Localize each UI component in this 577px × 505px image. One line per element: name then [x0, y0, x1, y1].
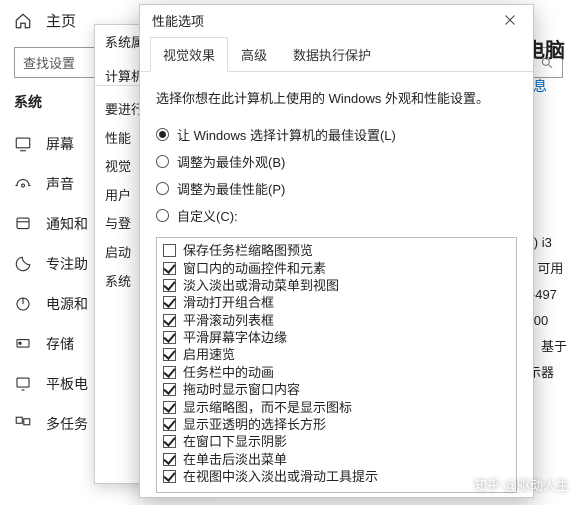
radio-dot-icon — [156, 182, 169, 195]
checkbox-label: 显示缩略图，而不是显示图标 — [183, 401, 352, 414]
radio-dot-icon — [156, 128, 169, 141]
checkbox-item[interactable]: 在单击后淡出菜单 — [163, 451, 510, 468]
radio-option[interactable]: 让 Windows 选择计算机的最佳设置(L) — [156, 125, 517, 144]
nav-icon — [14, 135, 32, 153]
tab-bar: 视觉效果高级数据执行保护 — [140, 37, 533, 72]
checkbox-icon — [163, 366, 176, 379]
checkbox-label: 滑动打开组合框 — [183, 296, 274, 309]
checkbox-label: 保存任务栏缩略图预览 — [183, 244, 313, 257]
radio-label: 调整为最佳性能(P) — [177, 179, 285, 198]
nav-icon — [14, 255, 32, 273]
nav-icon — [14, 335, 32, 353]
checkbox-item[interactable]: 任务栏中的动画 — [163, 364, 510, 381]
checkbox-label: 拖动时显示窗口内容 — [183, 383, 300, 396]
nav-icon — [14, 215, 32, 233]
performance-options-dialog: 性能选项 视觉效果高级数据执行保护 选择你想在此计算机上使用的 Windows … — [139, 4, 534, 498]
radio-dot-icon — [156, 209, 169, 222]
checkbox-label: 淡入淡出或滑动菜单到视图 — [183, 279, 339, 292]
checkbox-list[interactable]: 保存任务栏缩略图预览窗口内的动画控件和元素淡入淡出或滑动菜单到视图滑动打开组合框… — [156, 237, 517, 493]
description: 选择你想在此计算机上使用的 Windows 外观和性能设置。 — [156, 88, 517, 107]
checkbox-item[interactable]: 平滑屏幕字体边缘 — [163, 329, 510, 346]
nav-icon — [14, 415, 32, 433]
nav-icon — [14, 295, 32, 313]
tab[interactable]: 数据执行保护 — [280, 37, 384, 71]
radio-option[interactable]: 调整为最佳性能(P) — [156, 179, 517, 198]
checkbox-label: 显示亚透明的选择长方形 — [183, 418, 326, 431]
dialog-title: 性能选项 — [152, 11, 204, 30]
checkbox-item[interactable]: 保存任务栏缩略图预览 — [163, 242, 510, 259]
checkbox-label: 平滑屏幕字体边缘 — [183, 331, 287, 344]
nav-label: 存储 — [46, 334, 74, 354]
checkbox-label: 启用速览 — [183, 348, 235, 361]
nav-icon — [14, 175, 32, 193]
checkbox-icon — [163, 435, 176, 448]
checkbox-icon — [163, 470, 176, 483]
checkbox-icon — [163, 262, 176, 275]
checkbox-item[interactable]: 平滑滚动列表框 — [163, 312, 510, 329]
checkbox-icon — [163, 453, 176, 466]
nav-label: 专注助 — [46, 254, 88, 274]
checkbox-label: 在视图中淡入淡出或滑动工具提示 — [183, 470, 378, 483]
checkbox-item[interactable]: 显示缩略图，而不是显示图标 — [163, 398, 510, 415]
checkbox-icon — [163, 331, 176, 344]
search-placeholder: 查找设置 — [23, 53, 75, 72]
checkbox-item[interactable]: 在视图中淡入淡出或滑动工具提示 — [163, 468, 510, 485]
nav-label: 屏幕 — [46, 134, 74, 154]
close-button[interactable] — [493, 7, 527, 33]
home-icon — [14, 12, 32, 30]
titlebar[interactable]: 性能选项 — [140, 5, 533, 35]
checkbox-item[interactable]: 窗口内的动画控件和元素 — [163, 259, 510, 276]
info-link[interactable]: 息 — [533, 76, 547, 96]
checkbox-item[interactable]: 拖动时显示窗口内容 — [163, 381, 510, 398]
checkbox-label: 在单击后淡出菜单 — [183, 453, 287, 466]
nav-label: 平板电 — [46, 374, 88, 394]
checkbox-icon — [163, 383, 176, 396]
radio-label: 让 Windows 选择计算机的最佳设置(L) — [177, 125, 396, 144]
checkbox-label: 平滑滚动列表框 — [183, 314, 274, 327]
checkbox-item[interactable]: 启用速览 — [163, 346, 510, 363]
home-label[interactable]: 主页 — [46, 10, 76, 31]
checkbox-icon — [163, 348, 176, 361]
nav-icon — [14, 375, 32, 393]
tab[interactable]: 高级 — [228, 37, 280, 71]
tab[interactable]: 视觉效果 — [150, 37, 228, 72]
nav-label: 多任务 — [46, 414, 88, 434]
checkbox-label: 任务栏中的动画 — [183, 366, 274, 379]
checkbox-icon — [163, 314, 176, 327]
radio-option[interactable]: 调整为最佳外观(B) — [156, 152, 517, 171]
radio-label: 调整为最佳外观(B) — [177, 152, 285, 171]
checkbox-item[interactable]: 在窗口下显示阴影 — [163, 433, 510, 450]
watermark: 知乎 @驱动人生 — [474, 475, 569, 494]
nav-label: 电源和 — [46, 294, 88, 314]
checkbox-icon — [163, 244, 176, 257]
checkbox-item[interactable]: 显示亚透明的选择长方形 — [163, 416, 510, 433]
checkbox-item[interactable]: 滑动打开组合框 — [163, 294, 510, 311]
checkbox-item[interactable]: 淡入淡出或滑动菜单到视图 — [163, 277, 510, 294]
checkbox-icon — [163, 418, 176, 431]
checkbox-label: 窗口内的动画控件和元素 — [183, 262, 326, 275]
radio-option[interactable]: 自定义(C): — [156, 206, 517, 225]
radio-label: 自定义(C): — [177, 206, 238, 225]
radio-dot-icon — [156, 155, 169, 168]
nav-label: 通知和 — [46, 214, 88, 234]
nav-label: 声音 — [46, 174, 74, 194]
checkbox-icon — [163, 296, 176, 309]
checkbox-icon — [163, 279, 176, 292]
checkbox-label: 在窗口下显示阴影 — [183, 435, 287, 448]
checkbox-icon — [163, 401, 176, 414]
